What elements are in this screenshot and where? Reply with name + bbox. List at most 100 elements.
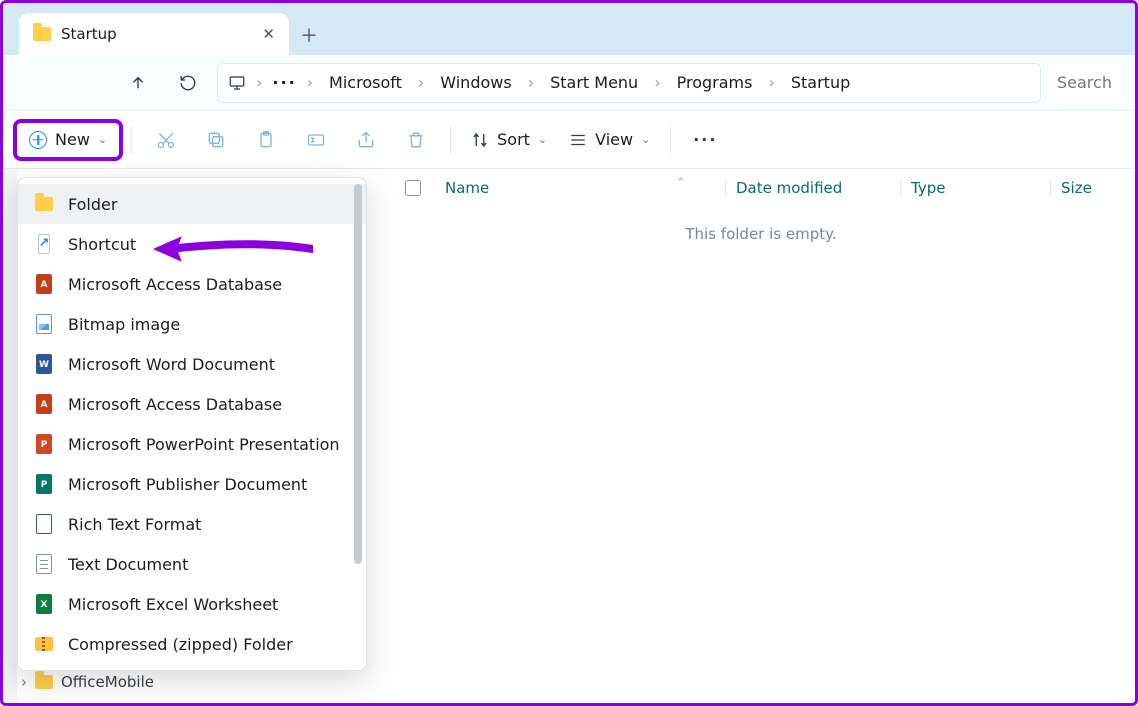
paste-button[interactable] <box>244 121 288 159</box>
tree-label: OfficeMobile <box>61 673 154 691</box>
rename-button[interactable] <box>294 121 338 159</box>
menu-item-rtf[interactable]: Rich Text Format <box>18 504 366 544</box>
menu-item-excel[interactable]: X Microsoft Excel Worksheet <box>18 584 366 624</box>
breadcrumb-segment[interactable]: Start Menu <box>544 71 644 94</box>
search-input[interactable] <box>1049 63 1121 103</box>
breadcrumb-segment[interactable]: Microsoft <box>323 71 408 94</box>
view-button[interactable]: View ⌄ <box>561 121 658 159</box>
column-name-label: Name <box>445 179 489 197</box>
menu-label: Microsoft PowerPoint Presentation <box>68 435 340 454</box>
access-icon: A <box>36 274 52 294</box>
menu-label: Compressed (zipped) Folder <box>68 635 293 654</box>
pc-icon <box>228 74 246 92</box>
sort-button[interactable]: Sort ⌄ <box>463 121 555 159</box>
new-context-menu: Folder ↗ Shortcut A Microsoft Access Dat… <box>17 177 367 671</box>
view-label: View <box>595 130 633 149</box>
menu-item-bitmap[interactable]: Bitmap image <box>18 304 366 344</box>
chevron-down-icon: ⌄ <box>538 133 547 146</box>
chevron-right-icon: › <box>762 73 780 92</box>
address-bar[interactable]: › ··· › Microsoft › Windows › Start Menu… <box>217 63 1041 103</box>
breadcrumb-segment[interactable]: Startup <box>785 71 856 94</box>
delete-button[interactable] <box>394 121 438 159</box>
menu-item-word[interactable]: W Microsoft Word Document <box>18 344 366 384</box>
chevron-right-icon: › <box>648 73 666 92</box>
zip-icon <box>35 637 53 651</box>
publisher-icon: P <box>36 474 52 494</box>
menu-scrollbar[interactable] <box>354 184 362 664</box>
more-button[interactable]: ··· <box>683 121 727 159</box>
menu-label: Microsoft Publisher Document <box>68 475 307 494</box>
menu-item-powerpoint[interactable]: P Microsoft PowerPoint Presentation <box>18 424 366 464</box>
up-button[interactable] <box>117 63 159 103</box>
separator <box>131 126 132 154</box>
command-toolbar: New ⌄ Sort ⌄ View ⌄ <box>3 111 1135 169</box>
chevron-right-icon: › <box>301 73 319 92</box>
menu-label: Microsoft Excel Worksheet <box>68 595 278 614</box>
column-name[interactable]: Name ⌃ <box>435 179 725 197</box>
new-button[interactable]: New ⌄ <box>17 121 119 159</box>
column-size[interactable]: Size <box>1050 179 1117 197</box>
separator <box>670 126 671 154</box>
new-tab-button[interactable]: ＋ <box>289 15 329 55</box>
tab-title-label: Startup <box>61 25 117 43</box>
menu-item-publisher[interactable]: P Microsoft Publisher Document <box>18 464 366 504</box>
back-button[interactable] <box>17 63 59 103</box>
copy-button[interactable] <box>194 121 238 159</box>
menu-item-access[interactable]: A Microsoft Access Database <box>18 264 366 304</box>
refresh-button[interactable] <box>167 63 209 103</box>
menu-label: Folder <box>68 195 117 214</box>
menu-item-text[interactable]: Text Document <box>18 544 366 584</box>
menu-label: Microsoft Word Document <box>68 355 275 374</box>
folder-icon <box>33 27 51 41</box>
menu-item-shortcut[interactable]: ↗ Shortcut <box>18 224 366 264</box>
navigation-pane[interactable] <box>3 169 17 703</box>
menu-label: Bitmap image <box>68 315 180 334</box>
bitmap-icon <box>36 314 52 334</box>
chevron-right-icon: › <box>412 73 430 92</box>
menu-item-access-2[interactable]: A Microsoft Access Database <box>18 384 366 424</box>
folder-icon <box>35 197 53 211</box>
menu-label: Rich Text Format <box>68 515 201 534</box>
text-icon <box>36 554 52 574</box>
word-icon: W <box>36 354 52 374</box>
separator <box>450 126 451 154</box>
select-all-checkbox[interactable] <box>405 180 421 196</box>
menu-label: Microsoft Access Database <box>68 275 282 294</box>
access-icon: A <box>36 394 52 414</box>
menu-label: Text Document <box>68 555 188 574</box>
empty-folder-message: This folder is empty. <box>387 207 1135 261</box>
new-button-label: New <box>55 130 90 149</box>
powerpoint-icon: P <box>36 434 52 454</box>
menu-label: Shortcut <box>68 235 136 254</box>
menu-item-folder[interactable]: Folder <box>18 184 366 224</box>
tree-item-officemobile[interactable]: › OfficeMobile <box>21 673 154 691</box>
sort-indicator-icon: ⌃ <box>677 177 685 188</box>
ellipsis-icon[interactable]: ··· <box>272 73 296 92</box>
excel-icon: X <box>36 594 52 614</box>
tab-startup[interactable]: Startup ✕ <box>19 13 289 55</box>
rtf-icon <box>36 514 52 534</box>
chevron-down-icon: ⌄ <box>641 133 650 146</box>
title-bar: Startup ✕ ＋ <box>3 3 1135 55</box>
chevron-right-icon: › <box>21 673 27 691</box>
share-button[interactable] <box>344 121 388 159</box>
forward-button[interactable] <box>67 63 109 103</box>
column-type[interactable]: Type <box>900 179 1050 197</box>
menu-item-zip[interactable]: Compressed (zipped) Folder <box>18 624 366 664</box>
file-list-pane: Name ⌃ Date modified Type Size This fold… <box>387 169 1135 703</box>
plus-circle-icon <box>29 131 47 149</box>
column-date[interactable]: Date modified <box>725 179 900 197</box>
breadcrumb-segment[interactable]: Programs <box>671 71 759 94</box>
chevron-right-icon: › <box>250 73 268 92</box>
chevron-right-icon: › <box>522 73 540 92</box>
window-frame: Startup ✕ ＋ › ··· › Microsoft › Windows <box>0 0 1138 706</box>
breadcrumb-segment[interactable]: Windows <box>434 71 517 94</box>
shortcut-icon: ↗ <box>38 234 51 254</box>
close-tab-button[interactable]: ✕ <box>262 27 275 42</box>
menu-label: Microsoft Access Database <box>68 395 282 414</box>
column-headers: Name ⌃ Date modified Type Size <box>387 169 1135 207</box>
folder-icon <box>35 675 53 689</box>
sort-label: Sort <box>497 130 530 149</box>
cut-button[interactable] <box>144 121 188 159</box>
navigation-bar: › ··· › Microsoft › Windows › Start Menu… <box>3 55 1135 111</box>
